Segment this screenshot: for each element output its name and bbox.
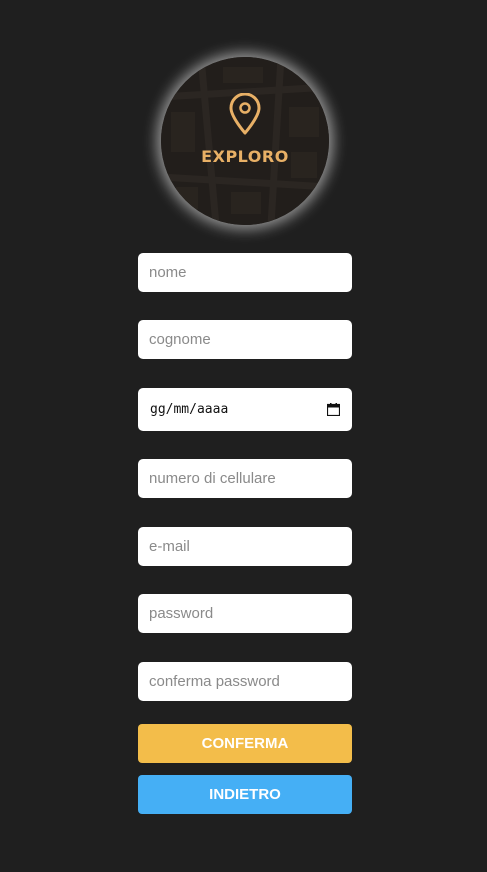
registration-page: EXPLORO gg/mm/aaaa CONFERMA INDIETRO	[0, 0, 487, 872]
calendar-icon[interactable]	[327, 403, 340, 416]
surname-input[interactable]	[138, 320, 352, 359]
back-button[interactable]: INDIETRO	[138, 775, 352, 814]
confirm-password-input[interactable]	[138, 662, 352, 701]
name-input[interactable]	[138, 253, 352, 292]
password-input[interactable]	[138, 594, 352, 633]
phone-input[interactable]	[138, 459, 352, 498]
birthdate-input[interactable]: gg/mm/aaaa	[138, 388, 352, 431]
map-pin-icon	[229, 93, 261, 135]
map-background	[161, 57, 329, 225]
confirm-button[interactable]: CONFERMA	[138, 724, 352, 763]
email-input[interactable]	[138, 527, 352, 566]
logo-text: EXPLORO	[201, 147, 289, 166]
birthdate-placeholder: gg/mm/aaaa	[150, 402, 229, 417]
app-logo: EXPLORO	[161, 57, 329, 225]
